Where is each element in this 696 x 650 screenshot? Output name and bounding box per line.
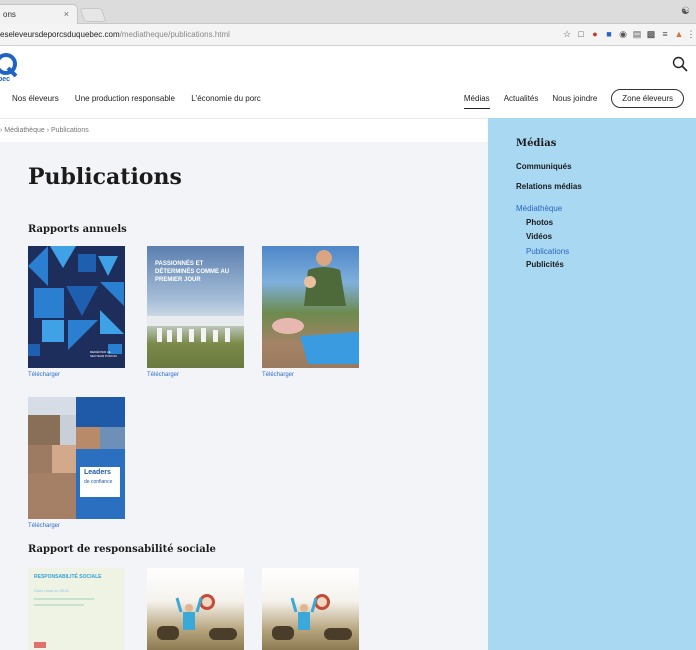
tab-title: ons [3, 10, 16, 19]
new-tab-button[interactable] [79, 8, 107, 22]
publication-cover[interactable]: PASSIONNÉS ET DÉTERMINÉS COMME AU PREMIE… [147, 246, 244, 368]
text-lines-icon [34, 598, 94, 648]
page-title: Publications [28, 164, 182, 190]
download-link[interactable]: Télécharger [147, 372, 244, 378]
extension-icon[interactable]: ▩ [646, 28, 656, 40]
nav-item-medias[interactable]: Médias [463, 94, 490, 109]
url-host: eseleveursdeporcsduquebec.com [0, 30, 120, 39]
browser-tab[interactable]: ons × [0, 4, 78, 24]
cover-subtitle: de confiance [84, 479, 113, 485]
sidebar-item-relations-medias[interactable]: Relations médias [516, 182, 582, 191]
section-title-social: Rapport de responsabilité sociale [28, 544, 216, 555]
logo-text: bec [0, 76, 11, 83]
nav-item-actualites[interactable]: Actualités [504, 94, 539, 103]
publication-cover[interactable] [147, 568, 244, 650]
extension-icon[interactable]: ▤ [632, 28, 642, 40]
nav-item-nous-joindre[interactable]: Nous joindre [552, 94, 597, 103]
sidebar-title[interactable]: Médias [516, 138, 556, 149]
publication-cover[interactable]: REDÉFINIR LE SECTEUR PORCIN [28, 246, 125, 368]
download-link[interactable]: Télécharger [28, 372, 125, 378]
publication-cover[interactable]: Leaders de confiance [28, 397, 125, 519]
sidebar-item-mediatheque[interactable]: Médiathèque [516, 204, 562, 213]
publication-cover[interactable]: RESPONSABILITÉ SOCIALE Chez nous en 2016 [28, 568, 125, 650]
sidebar-subitem-photos[interactable]: Photos [526, 218, 553, 227]
sidebar: Médias Communiqués Relations médias Médi… [488, 118, 696, 650]
farmer-photo-icon [272, 250, 359, 364]
people-group-icon [147, 316, 244, 342]
cover-caption: REDÉFINIR LE SECTEUR PORCIN [90, 350, 117, 358]
publication-cover[interactable] [262, 568, 359, 650]
extension-icon[interactable]: ▲ [674, 28, 684, 40]
child-in-field-icon [157, 594, 237, 640]
tab-strip: ons × ☯ [0, 0, 696, 24]
publication-item: RESPONSABILITÉ SOCIALE Chez nous en 2016 [28, 568, 125, 650]
nav-item-production[interactable]: Une production responsable [75, 94, 175, 103]
nav-item-eleveurs[interactable]: Nos éleveurs [12, 94, 59, 103]
extension-icon[interactable]: ■ [604, 28, 614, 40]
close-icon[interactable]: × [64, 9, 69, 19]
publication-item: Leaders de confiance Télécharger [28, 397, 125, 529]
child-in-field-icon [272, 594, 352, 640]
search-icon[interactable] [672, 56, 688, 72]
publication-item: REDÉFINIR LE SECTEUR PORCIN Télécharger [28, 246, 125, 378]
download-link[interactable]: Télécharger [28, 523, 125, 529]
url-path: /mediatheque/publications.html [119, 30, 230, 39]
publication-cover[interactable] [262, 246, 359, 368]
extension-icon[interactable]: ≡ [660, 28, 670, 40]
sidebar-subitem-videos[interactable]: Vidéos [526, 232, 552, 241]
logo-icon[interactable] [0, 52, 18, 78]
publication-item: Télécharger [262, 246, 359, 378]
star-icon[interactable]: ☆ [562, 28, 572, 40]
address-bar[interactable]: eseleveursdeporcsduquebec.com/mediathequ… [0, 27, 556, 43]
extension-icon[interactable]: ● [590, 28, 600, 40]
download-link[interactable]: Télécharger [262, 372, 359, 378]
cover-headline: Leaders [84, 469, 111, 476]
nav-item-economie[interactable]: L'économie du porc [191, 94, 261, 103]
breadcrumb-bar: › Médiathèque › Publications [0, 118, 488, 142]
square-icon[interactable]: □ [576, 28, 586, 40]
breadcrumb[interactable]: › Médiathèque › Publications [0, 127, 89, 134]
publication-item [262, 568, 359, 650]
main-content: Publications Rapports annuels REDÉFINIR … [0, 142, 488, 650]
main-nav: Nos éleveurs Une production responsable … [12, 94, 275, 103]
publication-item [147, 568, 244, 650]
section-title-annual: Rapports annuels [28, 224, 127, 235]
extension-icon[interactable]: ◉ [618, 28, 628, 40]
sidebar-subitem-publications[interactable]: Publications [526, 247, 569, 256]
user-icon[interactable]: ☯ [681, 6, 690, 17]
menu-icon[interactable]: ⋮ [686, 28, 696, 40]
browser-toolbar: eseleveursdeporcsduquebec.com/mediathequ… [0, 24, 696, 46]
browser-window: ons × ☯ eseleveursdeporcsduquebec.com/me… [0, 0, 696, 650]
sidebar-item-communiques[interactable]: Communiqués [516, 162, 572, 171]
publication-item: PASSIONNÉS ET DÉTERMINÉS COMME AU PREMIE… [147, 246, 244, 378]
sidebar-subitem-publicites[interactable]: Publicités [526, 260, 564, 269]
zone-eleveurs-button[interactable]: Zone éleveurs [611, 88, 684, 108]
secondary-nav: Médias Actualités Nous joindre Zone élev… [450, 88, 684, 109]
portrait-grid-icon [28, 397, 125, 519]
site-header: bec Nos éleveurs Une production responsa… [0, 46, 696, 118]
